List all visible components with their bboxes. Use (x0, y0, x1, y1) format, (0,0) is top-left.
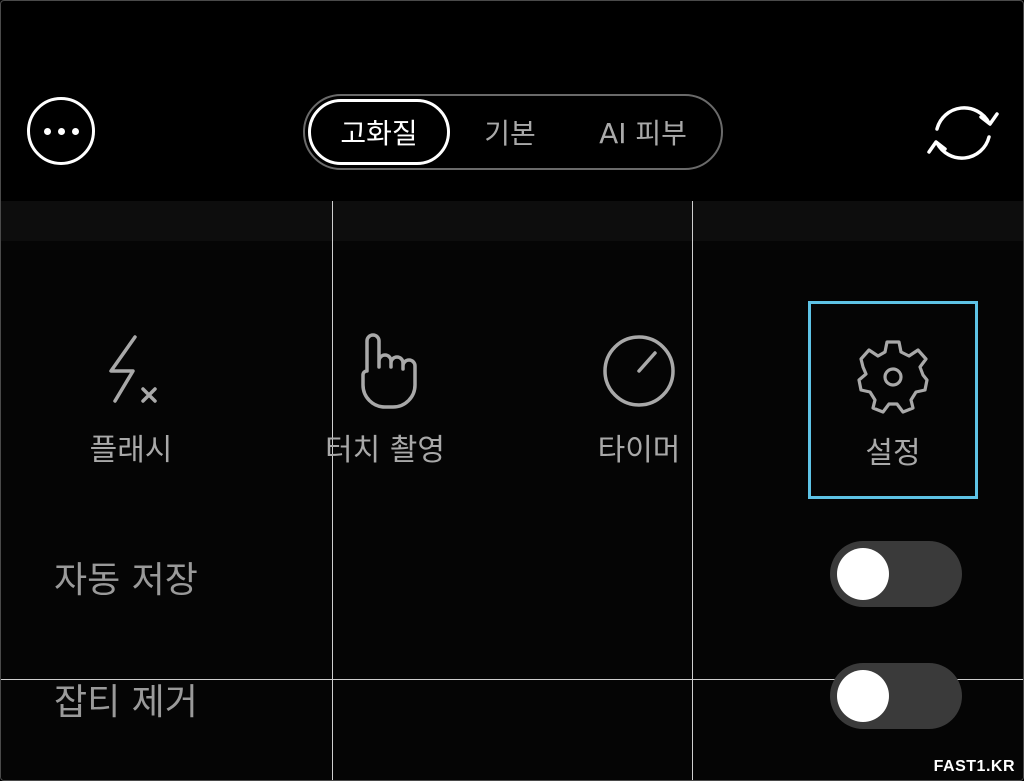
timer-icon (599, 331, 679, 411)
more-dot (71, 127, 79, 135)
toggle-knob (837, 548, 889, 600)
quick-setting-label: 타이머 (597, 433, 681, 468)
blemish-removal-toggle[interactable] (830, 663, 962, 729)
toggle-knob (837, 670, 889, 722)
camera-preview-band (1, 201, 1023, 241)
quick-setting-touch-capture[interactable]: 터치 촬영 (300, 301, 470, 499)
mode-tab-ai-skin[interactable]: AI 피부 (567, 96, 719, 168)
more-button[interactable] (27, 97, 95, 165)
quality-mode-selector: 고화질 기본 AI 피부 (303, 94, 723, 170)
mode-tab-basic[interactable]: 기본 (457, 96, 563, 168)
blemish-removal-label: 잡티 제거 (54, 682, 198, 723)
auto-save-label: 자동 저장 (54, 560, 198, 601)
flash-off-icon (91, 331, 171, 411)
quick-setting-label: 설정 (865, 436, 921, 471)
quick-setting-label: 플래시 (89, 433, 173, 468)
camera-flip-button[interactable] (923, 97, 1003, 169)
more-horizontal-icon (43, 127, 51, 135)
camera-screen: 고화질 기본 AI 피부 플래시 터치 촬영 타이머 설정 자동 저장 잡티 제… (0, 0, 1024, 781)
watermark: FAST1.KR (933, 758, 1015, 775)
quick-setting-timer[interactable]: 타이머 (554, 301, 724, 499)
camera-flip-icon (927, 106, 999, 160)
more-dot (57, 127, 65, 135)
quick-setting-flash[interactable]: 플래시 (46, 301, 216, 499)
gear-icon (853, 334, 933, 414)
touch-hand-icon (345, 331, 425, 411)
mode-tab-high-quality[interactable]: 고화질 (308, 99, 450, 165)
auto-save-toggle[interactable] (830, 541, 962, 607)
quick-setting-label: 터치 촬영 (325, 433, 445, 468)
quick-setting-settings[interactable]: 설정 (808, 301, 978, 499)
